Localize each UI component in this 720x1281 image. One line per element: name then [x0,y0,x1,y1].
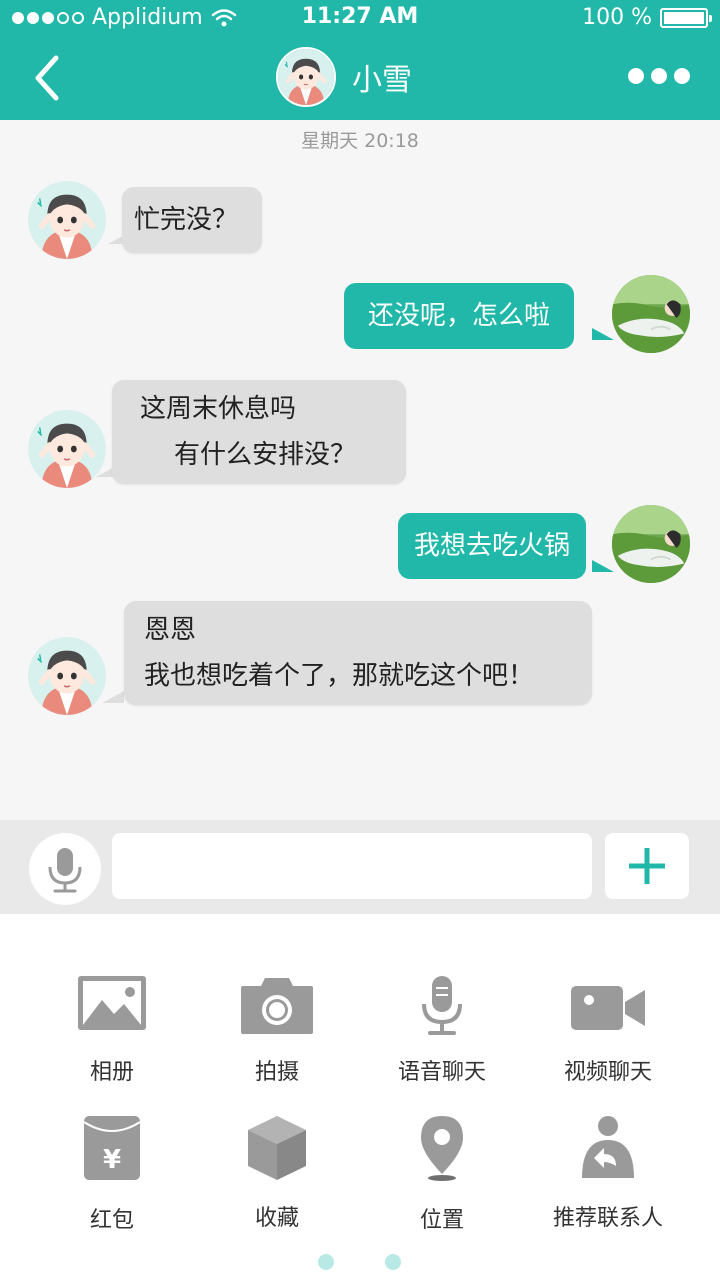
more-dot-icon [674,68,690,84]
microphone-icon [422,976,462,1035]
message-bubble-outgoing[interactable]: 我想去吃火锅 [398,513,587,579]
panel-item-location[interactable]: 位置 [352,1114,532,1264]
my-avatar[interactable] [612,505,690,583]
video-camera-icon [571,986,645,1030]
function-panel: 相册 拍摄 语音聊天 视频聊天 ¥ 红包 收藏 位置 推荐联系人 [0,914,720,1281]
message-timestamp: 星期天 20:18 [301,130,419,152]
panel-label: 拍摄 [254,1060,299,1085]
voice-input-button[interactable] [29,833,101,905]
message-bubble-outgoing[interactable]: 还没呢，怎么啦 [344,283,575,349]
more-options-button[interactable] [628,68,690,84]
nav-bar: 小雪 [0,36,720,120]
back-arrow-icon [35,55,59,101]
bubble-tail [592,560,614,572]
panel-item-camera[interactable]: 拍摄 [187,974,367,1124]
panel-label: 语音聊天 [397,1060,486,1085]
panel-label: 相册 [89,1060,134,1085]
page-indicator-dot[interactable] [385,1254,401,1270]
camera-icon [241,978,313,1034]
page-indicator-dot[interactable] [318,1254,334,1270]
photo-album-icon [78,976,146,1030]
panel-item-voice-chat[interactable]: 语音聊天 [352,974,532,1124]
more-dot-icon [651,68,667,84]
message-text: 忙完没？ [134,205,239,235]
panel-item-red-envelope[interactable]: ¥ 红包 [22,1114,202,1264]
box-icon [248,1116,306,1180]
contact-avatar[interactable] [276,47,336,107]
plus-icon [629,848,665,884]
panel-item-album[interactable]: 相册 [22,974,202,1124]
message-bubble-incoming[interactable]: 这周末休息吗 有什么安排没？ [112,380,406,484]
input-bar [0,820,720,914]
message-bubble-incoming[interactable]: 恩恩 我也想吃着个了，那就吃这个吧！ [124,601,592,705]
panel-label: 收藏 [254,1206,299,1231]
panel-item-video-chat[interactable]: 视频聊天 [518,974,698,1124]
svg-text:¥: ¥ [103,1145,121,1175]
my-avatar[interactable] [612,275,690,353]
message-text: 这周末休息吗 [140,394,297,424]
contact-avatar[interactable] [28,637,106,715]
more-dot-icon [628,68,644,84]
contact-avatar[interactable] [28,181,106,259]
red-envelope-icon: ¥ [83,1116,141,1180]
contact-name: 小雪 [352,63,412,98]
panel-label: 视频聊天 [563,1060,652,1085]
contact-avatar[interactable] [28,410,106,488]
chat-area[interactable]: 星期天 20:18 忙完没？ 还没呢，怎么啦 这周末休息吗 有什么安排没？ 我想… [0,120,720,820]
bubble-tail [102,691,124,703]
battery-icon [660,7,712,28]
panel-label: 位置 [419,1208,464,1233]
microphone-icon [48,848,82,893]
share-contact-icon [582,1116,634,1178]
bubble-tail [592,328,614,340]
location-pin-icon [421,1116,463,1181]
message-text: 我想去吃火锅 [414,531,571,561]
message-text: 有什么安排没？ [174,440,357,470]
back-button[interactable] [28,54,68,102]
message-input[interactable] [112,833,592,899]
message-text: 还没呢，怎么啦 [368,301,551,331]
message-text: 我也想吃着个了，那就吃这个吧！ [144,661,535,691]
panel-item-share-contact[interactable]: 推荐联系人 [518,1114,698,1264]
panel-item-favorites[interactable]: 收藏 [187,1114,367,1264]
status-right: 100 % [582,5,712,30]
nav-center[interactable]: 小雪 [276,47,412,107]
more-functions-button[interactable] [605,833,689,899]
message-text: 恩恩 [144,615,197,645]
panel-label: 红包 [89,1208,134,1233]
panel-label: 推荐联系人 [552,1206,663,1231]
battery-percent: 100 % [582,5,652,30]
status-bar: Applidium 11:27 AM 100 % [0,0,720,36]
message-bubble-incoming[interactable]: 忙完没？ [122,187,263,253]
